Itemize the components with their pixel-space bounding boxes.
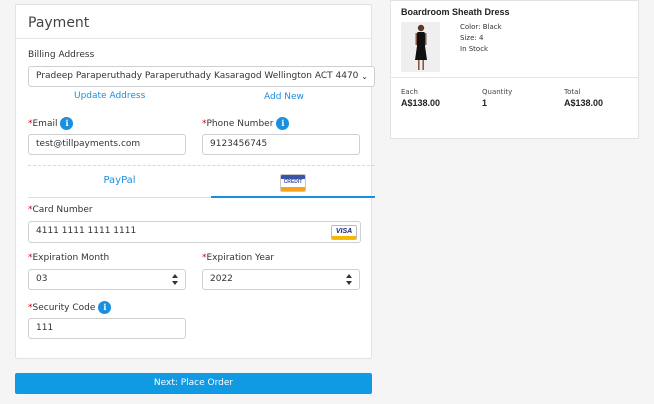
- exp-year-label-text: Expiration Year: [206, 253, 275, 263]
- exp-month-value: 03: [36, 274, 48, 284]
- select-arrows-icon: [172, 274, 178, 285]
- info-icon[interactable]: i: [60, 117, 74, 130]
- exp-month-label: *Expiration Month: [28, 253, 109, 263]
- product-size: Size: 4: [460, 34, 484, 42]
- visa-icon: VISA: [331, 225, 357, 240]
- tab-active-underline: [211, 196, 375, 198]
- email-label-text: Email: [32, 119, 58, 129]
- exp-year-select[interactable]: 2022: [202, 269, 360, 290]
- info-icon[interactable]: i: [98, 301, 112, 314]
- phone-label-text: Phone Number: [206, 119, 274, 129]
- order-summary: Boardroom Sheath Dress Color: Black Size…: [390, 0, 639, 139]
- billing-address-label: Billing Address: [28, 50, 95, 60]
- email-field[interactable]: test@tillpayments.com: [28, 134, 186, 155]
- billing-address-select[interactable]: Pradeep Paraperuthady Paraperuthady Kasa…: [28, 66, 375, 87]
- quantity-value: 1: [482, 98, 488, 108]
- email-label: *Email i: [28, 117, 74, 130]
- title-divider: [16, 38, 371, 39]
- each-value: A$138.00: [401, 98, 441, 108]
- exp-year-value: 2022: [210, 274, 233, 284]
- phone-field[interactable]: 9123456745: [202, 134, 360, 155]
- summary-divider: [391, 77, 638, 78]
- each-label: Each: [401, 88, 418, 96]
- credit-card-text: CREDIT: [283, 179, 303, 185]
- product-image[interactable]: [401, 22, 440, 72]
- product-stock: In Stock: [460, 45, 489, 53]
- tab-credit-card[interactable]: CREDIT: [211, 171, 375, 196]
- card-number-label-text: Card Number: [32, 205, 93, 215]
- exp-year-label: *Expiration Year: [202, 253, 274, 263]
- tab-underline: [28, 197, 211, 198]
- select-arrows-icon: [346, 274, 352, 285]
- credit-card-icon: CREDIT: [280, 174, 306, 192]
- card-number-value: 4111 1111 1111 1111: [36, 226, 137, 236]
- update-address-link[interactable]: Update Address: [74, 91, 145, 101]
- tab-paypal[interactable]: PayPal: [28, 171, 211, 196]
- security-code-label: *Security Code i: [28, 301, 112, 314]
- card-number-field[interactable]: 4111 1111 1111 1111 VISA: [28, 221, 361, 243]
- add-new-link[interactable]: Add New: [264, 92, 304, 102]
- product-color: Color: Black: [460, 23, 502, 31]
- phone-label: *Phone Number i: [202, 117, 290, 130]
- exp-month-select[interactable]: 03: [28, 269, 186, 290]
- payment-title: Payment: [28, 15, 90, 31]
- dress-image-icon: [401, 22, 440, 72]
- security-code-field[interactable]: 111: [28, 318, 186, 339]
- total-label: Total: [564, 88, 581, 96]
- info-icon[interactable]: i: [276, 117, 290, 130]
- billing-address-value: Pradeep Paraperuthady Paraperuthady Kasa…: [36, 71, 359, 81]
- security-code-label-text: Security Code: [32, 303, 96, 313]
- next-place-order-button[interactable]: Next: Place Order: [15, 373, 372, 394]
- divider: [28, 165, 375, 166]
- card-number-label: *Card Number: [28, 205, 93, 215]
- total-value: A$138.00: [564, 98, 604, 108]
- payment-panel: Payment Billing Address Pradeep Paraperu…: [15, 4, 375, 359]
- exp-month-label-text: Expiration Month: [32, 253, 110, 263]
- chevron-down-icon: ⌄: [361, 72, 368, 81]
- product-name: Boardroom Sheath Dress: [401, 7, 510, 17]
- quantity-label: Quantity: [482, 88, 513, 96]
